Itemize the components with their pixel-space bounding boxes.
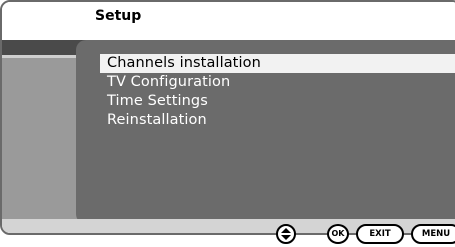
title-bar: Setup — [2, 2, 455, 40]
left-gutter — [2, 55, 78, 219]
menu-item-channels-installation[interactable]: Channels installation — [100, 54, 455, 73]
up-down-arrows-glyph — [281, 228, 291, 240]
exit-button[interactable]: EXIT — [356, 224, 404, 244]
page-title: Setup — [95, 8, 142, 24]
up-down-arrows-icon[interactable] — [276, 224, 296, 244]
setup-menu: Channels installation TV Configuration T… — [100, 54, 455, 130]
menu-button[interactable]: MENU — [411, 224, 455, 244]
menu-item-tv-configuration[interactable]: TV Configuration — [100, 73, 455, 92]
menu-item-time-settings[interactable]: Time Settings — [100, 92, 455, 111]
menu-item-reinstallation[interactable]: Reinstallation — [100, 111, 455, 130]
ok-button[interactable]: OK — [327, 224, 349, 244]
left-gutter-edge — [2, 55, 78, 58]
